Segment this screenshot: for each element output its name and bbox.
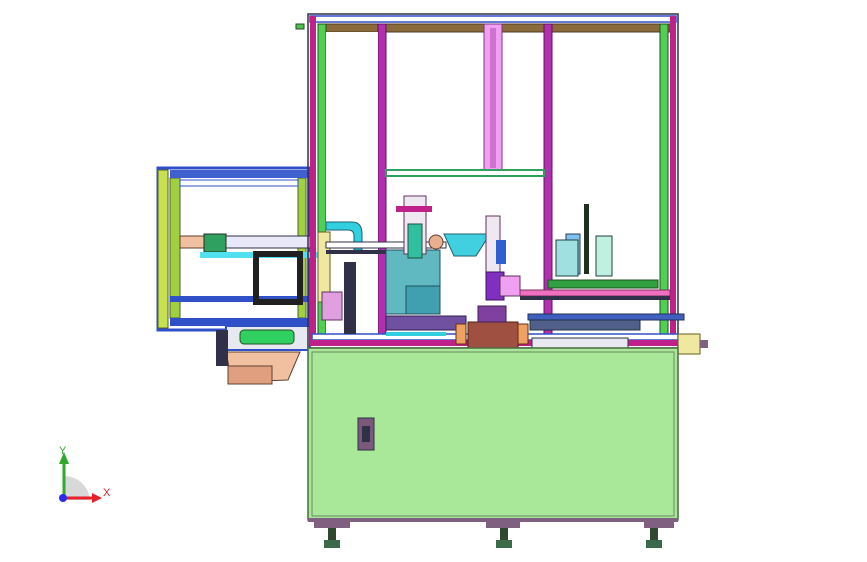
foot-center-base xyxy=(496,540,512,548)
right-rail-green xyxy=(547,279,659,289)
left-module-yellow-post xyxy=(157,169,169,329)
brown-pusher-top xyxy=(477,305,507,323)
pink-block xyxy=(321,291,343,321)
orange-stopper-2 xyxy=(517,323,529,345)
frame-left-post-magenta xyxy=(310,16,316,346)
teal-housing-panel xyxy=(405,285,441,315)
frame-cross-beam xyxy=(385,169,545,177)
frame-inner-post-1 xyxy=(377,23,387,345)
feed-rail-dark xyxy=(326,250,386,254)
base-cabinet xyxy=(307,347,679,522)
lower-dark-column xyxy=(344,262,356,334)
left-module-top-rail-2 xyxy=(179,179,299,187)
right-block xyxy=(555,239,579,277)
left-module-top-rail xyxy=(170,170,308,178)
left-module-bottom-rail-2 xyxy=(170,318,308,326)
triad-y-label: Y xyxy=(59,445,67,457)
conveyor-row xyxy=(385,315,467,331)
feed-rail xyxy=(325,241,447,249)
right-end-knob xyxy=(700,340,708,348)
foot-center-pad xyxy=(486,522,520,528)
foot-right-pad xyxy=(644,522,674,528)
press-roller xyxy=(428,234,444,250)
frame-center-mast-slot xyxy=(490,28,496,168)
foot-left-pad xyxy=(314,522,350,528)
foot-right-stem xyxy=(650,528,658,540)
frame-right-post-magenta xyxy=(670,16,676,346)
right-end-block xyxy=(677,333,701,355)
cad-viewport[interactable]: Y X xyxy=(0,0,867,562)
right-cylinder-2 xyxy=(595,235,613,277)
right-vertical-rod xyxy=(584,204,589,274)
cabinet-handle-grip xyxy=(362,426,370,442)
center-slider-blue xyxy=(496,240,506,264)
triad-z-axis xyxy=(59,494,67,502)
left-module-tab xyxy=(295,23,305,30)
left-module-cylinder xyxy=(179,235,205,249)
left-module-bracket-dark xyxy=(216,330,228,366)
conveyor-row-2 xyxy=(529,319,641,331)
foot-center-stem xyxy=(500,528,508,540)
press-column-green xyxy=(407,223,423,259)
foot-right-base xyxy=(646,540,662,548)
center-slider-base xyxy=(499,275,521,297)
frame-top-rail xyxy=(309,15,677,23)
left-module-green-cylinder xyxy=(239,329,295,345)
triad-x-label: X xyxy=(103,487,111,499)
right-rail-pink xyxy=(519,289,671,297)
foot-left-base xyxy=(324,540,340,548)
cabinet-plinth xyxy=(308,518,678,522)
orange-stopper-1 xyxy=(455,323,467,345)
cyan-strip xyxy=(386,332,446,336)
left-module-motor xyxy=(227,365,273,385)
conveyor-blue xyxy=(527,313,685,321)
foot-left-stem xyxy=(328,528,336,540)
press-head xyxy=(396,206,432,212)
left-module-gripper xyxy=(203,233,227,253)
right-rail-dark xyxy=(520,296,670,300)
